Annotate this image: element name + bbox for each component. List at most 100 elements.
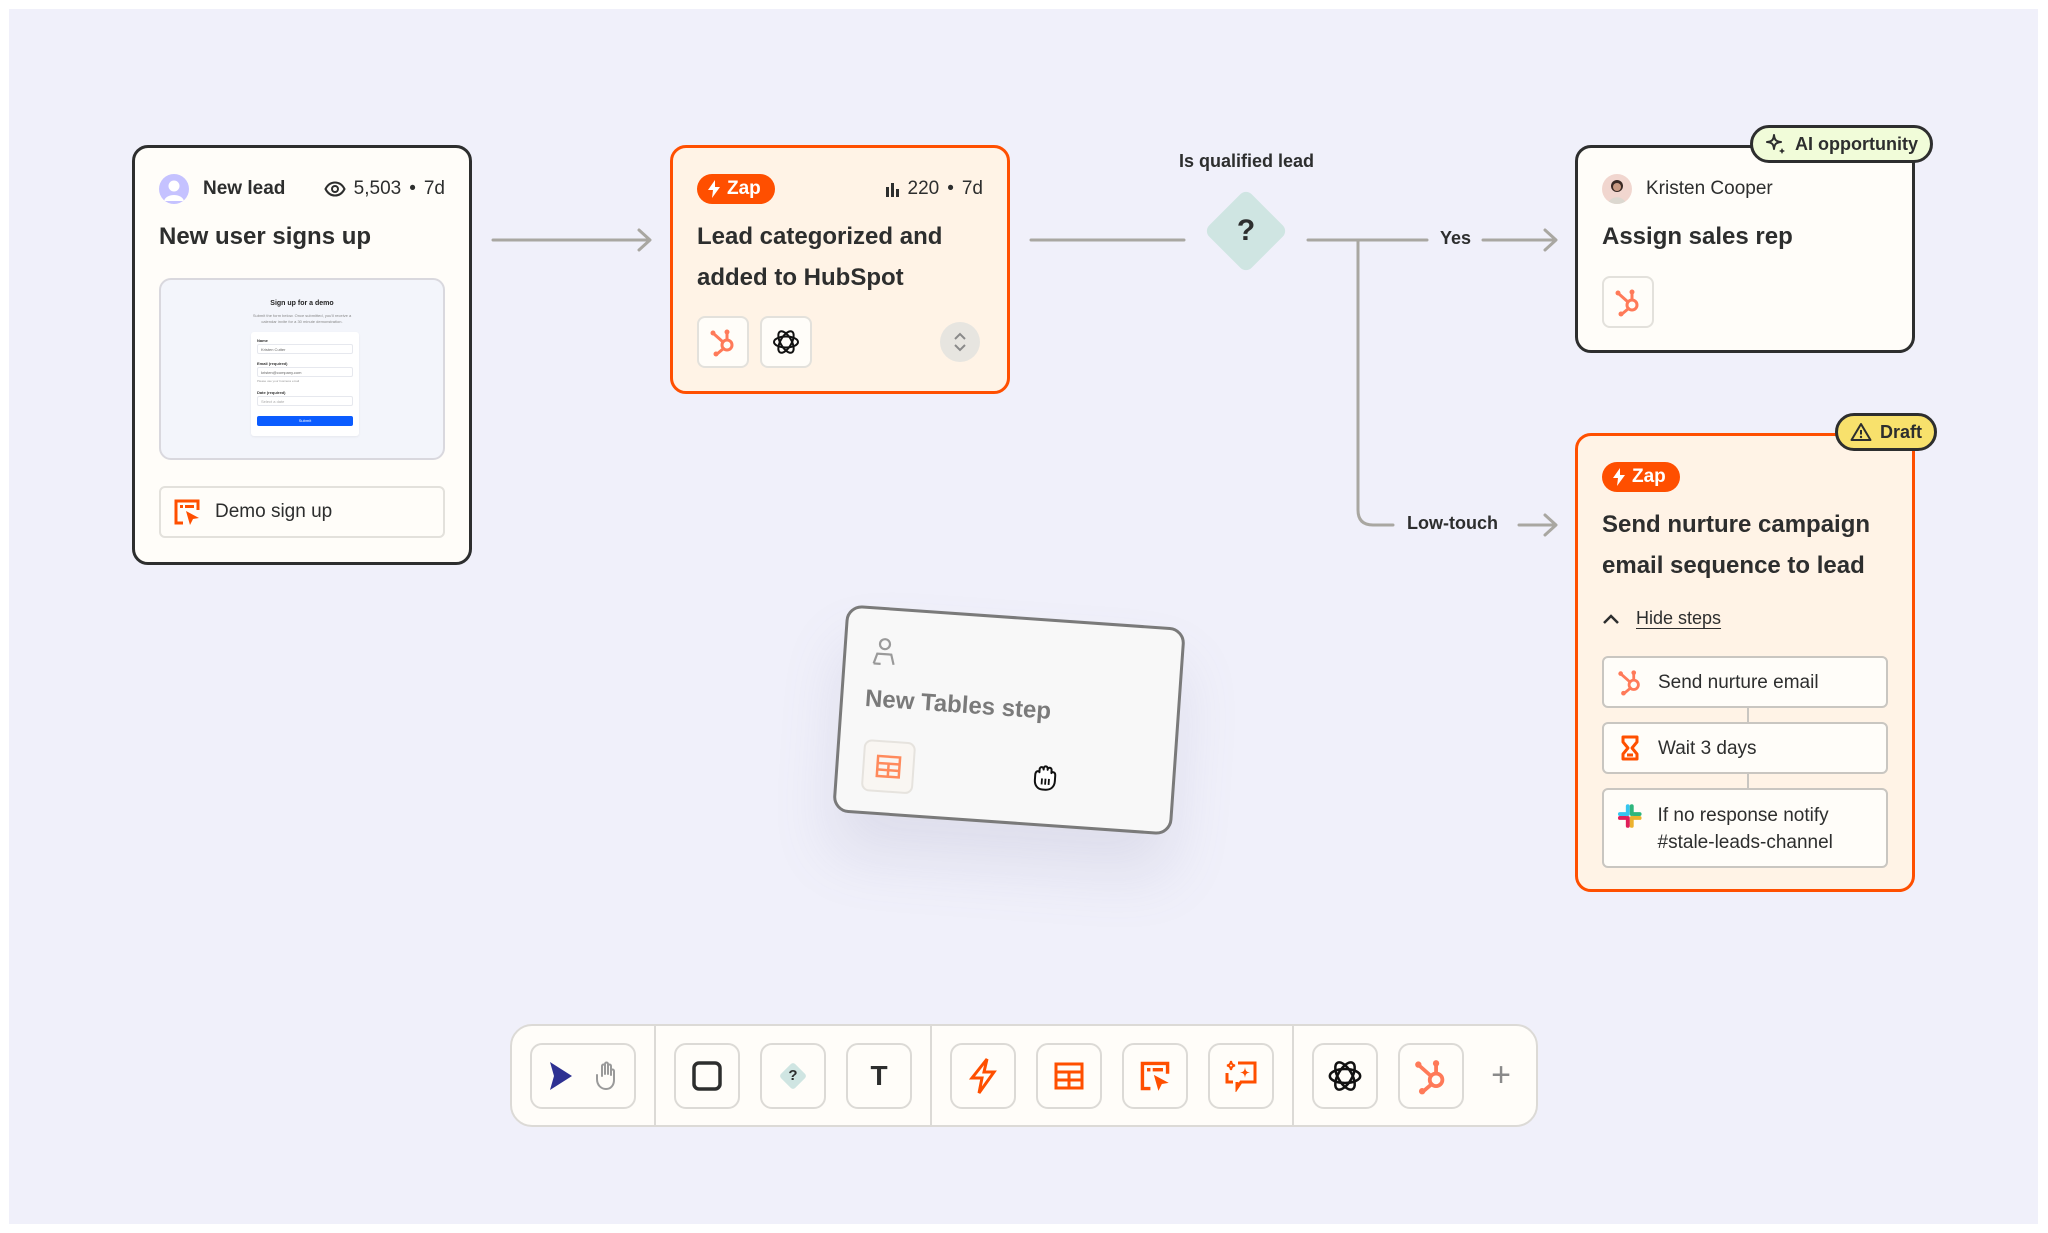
trigger-views: 5,503 [353, 178, 402, 199]
ai-opportunity-badge[interactable]: AI opportunity [1750, 125, 1933, 163]
preview-field-hint: Please use your business email [257, 379, 300, 383]
zap-pill: Zap [1602, 462, 1680, 492]
decision-node[interactable]: ? [1194, 179, 1298, 283]
step-label: Wait 3 days [1658, 737, 1757, 759]
tables-app-tile [860, 738, 917, 795]
trigger-stats: 5,503 • 7d [324, 178, 445, 200]
lightning-icon [708, 180, 720, 198]
tables-tool-button[interactable] [1036, 1042, 1102, 1109]
slack-icon [1617, 804, 1642, 828]
owner-name: Kristen Cooper [1646, 178, 1773, 199]
preview-field-label: Date (required) [257, 390, 286, 395]
dragging-title: New Tables step [864, 684, 1052, 725]
trigger-title: New user signs up [159, 223, 372, 250]
decision-tool-glyph: ? [788, 1066, 798, 1084]
hubspot-icon [1615, 289, 1639, 317]
branch-label-low-touch[interactable]: Low-touch [1407, 513, 1498, 534]
assign-sales-rep-card[interactable]: Kristen Cooper Assign sales rep [1575, 145, 1915, 353]
select-pointer-icon[interactable] [548, 1060, 574, 1092]
pointer-hand-toggle[interactable] [530, 1042, 636, 1109]
step-connector [1747, 774, 1749, 788]
rectangle-tool-button[interactable] [674, 1042, 740, 1109]
bar-chart-icon [884, 181, 900, 197]
hubspot-app-button[interactable] [1398, 1042, 1464, 1109]
hide-steps-label: Hide steps [1636, 608, 1722, 628]
hide-steps-toggle[interactable]: Hide steps [1602, 608, 1721, 629]
source-label: Demo sign up [215, 501, 333, 522]
step-send-nurture-email[interactable]: Send nurture email [1602, 656, 1888, 708]
hubspot-app-tile[interactable] [697, 316, 749, 368]
chevron-up-icon [1603, 613, 1619, 624]
draft-badge[interactable]: Draft [1835, 413, 1938, 451]
openai-icon [1328, 1060, 1362, 1091]
edge-low-touch-branch [1356, 238, 1395, 527]
draft-label: Draft [1880, 421, 1923, 442]
lightning-icon [968, 1057, 997, 1094]
hubspot-icon [710, 329, 734, 357]
expand-collapse-button[interactable] [940, 322, 980, 362]
interfaces-tool-button[interactable] [1122, 1042, 1188, 1109]
step-wait[interactable]: Wait 3 days [1602, 722, 1888, 774]
zap-card-categorize[interactable]: Zap 220 • 7d Lead categorized and added … [670, 145, 1010, 394]
decision-tool-button[interactable]: ? [760, 1042, 826, 1109]
tables-icon [1054, 1062, 1084, 1089]
assign-title: Assign sales rep [1602, 223, 1793, 250]
interfaces-icon [173, 498, 201, 526]
openai-app-button[interactable] [1312, 1042, 1378, 1109]
ai-chatbot-tool-button[interactable] [1208, 1042, 1274, 1109]
preview-field-input: Select a date [257, 396, 353, 406]
owner-avatar [1602, 174, 1632, 204]
meta-separator: • [409, 178, 416, 199]
decision-glyph: ? [1236, 214, 1256, 247]
branch-label-yes[interactable]: Yes [1440, 228, 1471, 249]
step-connector [1747, 708, 1749, 722]
ai-opportunity-label: AI opportunity [1795, 133, 1918, 154]
zap-stats: 220 • 7d [884, 178, 983, 200]
preview-subtext: Submit the form below. Once submitted, y… [252, 313, 352, 324]
grab-hand-cursor-icon [1033, 765, 1057, 791]
hubspot-icon [1618, 670, 1640, 696]
zap-tool-button[interactable] [950, 1042, 1016, 1109]
hubspot-icon [1415, 1059, 1445, 1094]
eye-icon [324, 181, 346, 197]
zap-pill-label: Zap [727, 178, 761, 199]
preview-field-input: kristen@company.com [257, 367, 353, 377]
hand-pan-icon[interactable] [592, 1061, 618, 1091]
openai-app-tile[interactable] [760, 316, 812, 368]
trigger-kind-label: New lead [203, 178, 286, 199]
form-preview-thumbnail[interactable]: Sign up for a demo Submit the form below… [159, 278, 445, 460]
openai-icon [773, 330, 799, 354]
preview-field-label: Email (required) [257, 361, 288, 366]
square-icon [692, 1060, 722, 1091]
toolbar-group-navigation [512, 1026, 656, 1125]
trigger-card[interactable]: New lead 5,503 • 7d New user signs up Si… [132, 145, 472, 565]
zap-card-nurture[interactable]: Zap Send nurture campaign email sequence… [1575, 433, 1915, 892]
preview-form: Name Kristen Cutter Email (required) kri… [251, 332, 359, 436]
hourglass-icon [1621, 735, 1639, 761]
tables-icon [875, 754, 902, 779]
user-avatar-icon [159, 174, 189, 204]
chevron-up-down-icon [954, 332, 966, 352]
toolbar-group-apps: + [1294, 1026, 1536, 1125]
toolbar-group-zapier-products [932, 1026, 1294, 1125]
step-slack-notify[interactable]: If no response notify #stale-leads-chann… [1602, 788, 1888, 868]
decision-label: Is qualified lead [1179, 151, 1315, 171]
dragging-tables-step-card[interactable]: New Tables step [832, 604, 1186, 836]
interfaces-icon [1140, 1061, 1170, 1091]
workflow-canvas[interactable]: New lead 5,503 • 7d New user signs up Si… [9, 9, 2038, 1224]
meta-separator: • [947, 178, 954, 199]
trigger-period: 7d [423, 178, 445, 199]
person-icon [872, 638, 895, 666]
zap-title: Lead categorized and added to HubSpot [697, 223, 943, 291]
text-tool-button[interactable]: T [846, 1042, 912, 1109]
add-app-button[interactable]: + [1484, 1056, 1518, 1095]
zap-pill: Zap [697, 174, 775, 204]
step-label: Send nurture email [1658, 671, 1819, 693]
nurture-title: Send nurture campaign email sequence to … [1602, 511, 1871, 579]
hubspot-app-tile[interactable] [1602, 276, 1654, 328]
source-interface-link[interactable]: Demo sign up [159, 486, 445, 538]
warning-icon [1850, 423, 1872, 441]
zap-runs: 220 [907, 178, 940, 199]
sparkle-icon [1766, 134, 1785, 154]
preview-field-label: Name [257, 338, 268, 343]
